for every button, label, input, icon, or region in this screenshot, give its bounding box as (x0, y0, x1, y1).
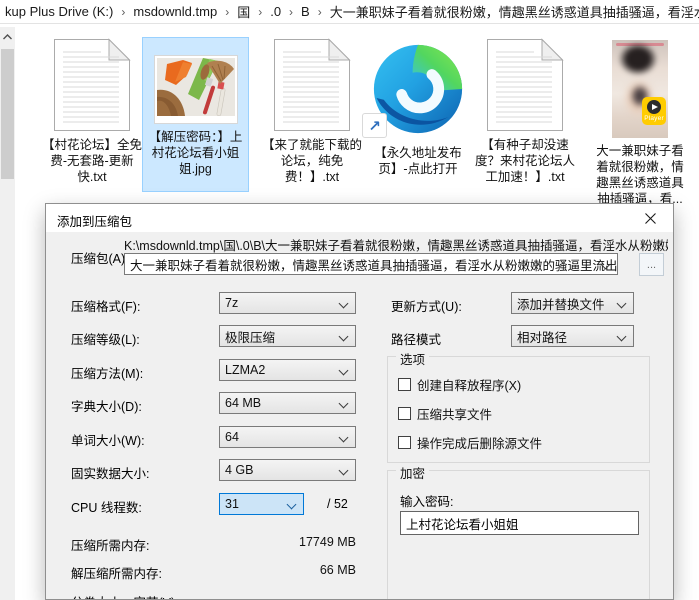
cpu-threads-label: CPU 线程数: (71, 497, 142, 516)
file-label: 【来了就能下载的论坛，纯免费！】.txt (262, 137, 362, 185)
encryption-group: 加密 输入密码: (387, 470, 650, 600)
checkbox-compress-shared[interactable]: 压缩共享文件 (398, 404, 492, 423)
file-item-jpg-selected[interactable]: 【解压密码：】上村花论坛看小姐姐.jpg (143, 38, 248, 191)
archive-label: 压缩包(A) (71, 248, 125, 267)
dictionary-label: 字典大小(D): (71, 396, 142, 415)
breadcrumb-separator-icon: › (222, 5, 232, 19)
format-label: 压缩格式(F): (71, 296, 140, 315)
dialog-title: 添加到压缩包 (57, 211, 132, 230)
breadcrumb-separator-icon: › (315, 5, 325, 19)
cpu-threads-combobox[interactable]: 31 (219, 493, 304, 515)
method-combobox[interactable]: LZMA2 (219, 359, 356, 381)
browse-button[interactable]: ... (639, 253, 664, 276)
file-item-txt-1[interactable]: 【村花论坛】全免费-无套路-更新快.txt (36, 38, 148, 185)
level-label: 压缩等级(L): (71, 329, 140, 348)
scrollbar-thumb[interactable] (1, 49, 14, 179)
volume-size-label: 分卷大小，字节(V): (71, 592, 179, 600)
solid-block-label: 固实数据大小: (71, 463, 149, 482)
path-mode-label: 路径模式 (391, 329, 441, 348)
file-item-txt-3[interactable]: 【有种子却没速度？来村花论坛人工加速！】.txt (470, 38, 580, 185)
checkbox-delete-after[interactable]: 操作完成后删除源文件 (398, 433, 542, 452)
checkbox-icon (398, 436, 411, 449)
archive-name-combobox[interactable]: 大一兼职妹子看着就很粉嫩，情趣黑丝诱惑道具抽插骚逼，看淫水从粉嫩嫩的骚逼里流出 (124, 253, 618, 275)
file-item-txt-2[interactable]: 【来了就能下载的论坛，纯免费！】.txt (256, 38, 368, 185)
breadcrumb-item[interactable]: 国 (232, 2, 255, 21)
memory-decompress-value: 66 MB (219, 563, 356, 577)
options-group-title: 选项 (396, 349, 429, 368)
image-thumbnail (143, 55, 248, 124)
checkbox-create-sfx[interactable]: 创建自释放程序(X) (398, 375, 521, 394)
archive-path: K:\msdownld.tmp\国\.0\B\大一兼职妹子看着就很粉嫩，情趣黑丝… (124, 235, 668, 254)
breadcrumb-separator-icon: › (255, 5, 265, 19)
update-mode-combobox[interactable]: 添加并替换文件 (511, 292, 634, 314)
breadcrumb-separator-icon: › (118, 5, 128, 19)
breadcrumb-item[interactable]: 大一兼职妹子看着就很粉嫩，情趣黑丝诱惑道具抽插骚逼，看淫水从 (325, 2, 699, 21)
password-label: 输入密码: (400, 491, 453, 510)
text-file-icon (256, 38, 368, 132)
file-label: 大一兼职妹子看着就很粉嫩，情趣黑丝诱惑道具抽插骚逼，看... (591, 143, 689, 207)
checkbox-icon (398, 378, 411, 391)
close-icon (645, 213, 656, 224)
breadcrumb-separator-icon: › (286, 5, 296, 19)
checkbox-icon (398, 407, 411, 420)
memory-decompress-label: 解压缩所需内存: (71, 563, 162, 582)
memory-compress-value: 17749 MB (219, 535, 356, 549)
file-item-video[interactable]: Player 大一兼职妹子看着就很粉嫩，情趣黑丝诱惑道具抽插骚逼，看... (586, 38, 694, 207)
encryption-group-title: 加密 (396, 463, 429, 482)
breadcrumb-item[interactable]: .0 (265, 4, 286, 19)
path-mode-combobox[interactable]: 相对路径 (511, 325, 634, 347)
scrollbar[interactable] (0, 27, 15, 600)
breadcrumb-item[interactable]: kup Plus Drive (K:) (0, 4, 118, 19)
file-label: 【有种子却没速度？来村花论坛人工加速！】.txt (475, 137, 575, 185)
play-icon (647, 100, 661, 114)
breadcrumb: kup Plus Drive (K:) › msdownld.tmp › 国 ›… (0, 0, 699, 24)
video-thumbnail: Player (612, 40, 668, 138)
scrollbar-up-icon[interactable] (0, 29, 15, 44)
file-label: 【村花论坛】全免费-无套路-更新快.txt (42, 137, 142, 185)
options-group: 选项 创建自释放程序(X) 压缩共享文件 操作完成后删除源文件 (387, 356, 650, 463)
add-to-archive-dialog: 添加到压缩包 压缩包(A) K:\msdownld.tmp\国\.0\B\大一兼… (45, 203, 674, 600)
file-item-edge-shortcut[interactable]: ↗ 【永久地址发布页】-点此打开 (362, 38, 474, 177)
solid-block-combobox[interactable]: 4 GB (219, 459, 356, 481)
edge-icon: ↗ (362, 38, 474, 140)
word-size-combobox[interactable]: 64 (219, 426, 356, 448)
method-label: 压缩方法(M): (71, 363, 143, 382)
text-file-icon (470, 38, 580, 132)
dialog-titlebar: 添加到压缩包 (46, 204, 673, 232)
player-badge: Player (642, 97, 666, 125)
password-input[interactable] (400, 511, 639, 535)
memory-compress-label: 压缩所需内存: (71, 535, 149, 554)
file-label: 【解压密码：】上村花论坛看小姐姐.jpg (146, 129, 246, 177)
text-file-icon (36, 38, 148, 132)
shortcut-arrow-icon: ↗ (362, 113, 387, 138)
desktop-screen: kup Plus Drive (K:) › msdownld.tmp › 国 ›… (0, 0, 699, 600)
word-size-label: 单词大小(W): (71, 430, 145, 449)
format-combobox[interactable]: 7z (219, 292, 356, 314)
update-mode-label: 更新方式(U): (391, 296, 462, 315)
close-button[interactable] (628, 204, 673, 232)
level-combobox[interactable]: 极限压缩 (219, 325, 356, 347)
dictionary-combobox[interactable]: 64 MB (219, 392, 356, 414)
breadcrumb-item[interactable]: msdownld.tmp (128, 4, 222, 19)
file-label: 【永久地址发布页】-点此打开 (370, 145, 466, 177)
breadcrumb-item[interactable]: B (296, 4, 315, 19)
cpu-threads-total: / 52 (327, 497, 348, 511)
